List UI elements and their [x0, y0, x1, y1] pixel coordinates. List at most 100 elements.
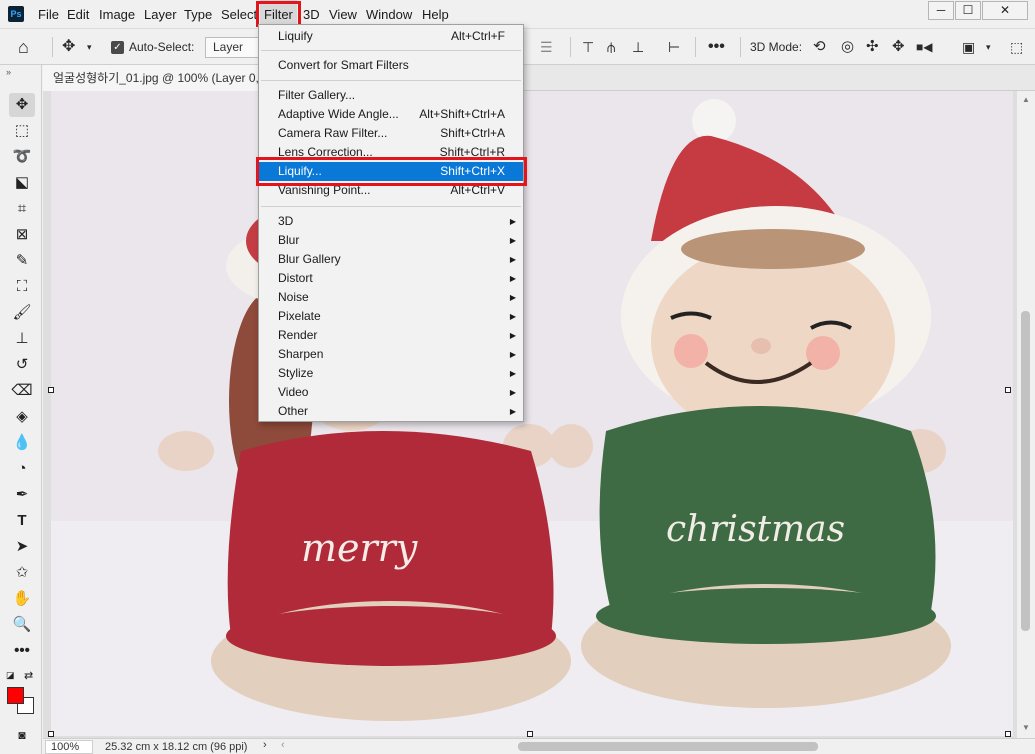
3d-scale-icon[interactable]: ■◀ [916, 29, 932, 65]
rectangle-marquee-icon[interactable]: ⬚ [9, 119, 35, 143]
menu-layer[interactable]: Layer [144, 0, 177, 28]
submenu-arrow-icon: ▶ [509, 293, 516, 302]
eraser-icon[interactable]: ⌫ [9, 379, 35, 403]
menu-item-adaptive-wide-angle[interactable]: Adaptive Wide Angle... Alt+Shift+Ctrl+A [259, 105, 523, 124]
filter-menu-dropdown: Liquify Alt+Ctrl+F Convert for Smart Filt… [258, 24, 524, 422]
scroll-up-icon[interactable]: ▲ [1022, 95, 1030, 104]
clone-stamp-icon[interactable]: ⊥ [9, 327, 35, 351]
menu-item-lens-correction[interactable]: Lens Correction... Shift+Ctrl+R [259, 143, 523, 162]
align-bottom-icon[interactable]: ☰ [540, 29, 553, 65]
dodge-icon[interactable]: ◔ [9, 457, 35, 481]
eyedropper-icon[interactable]: ✎ [9, 249, 35, 273]
vertical-scrollbar-thumb[interactable] [1021, 311, 1030, 631]
maximize-button[interactable]: ☐ [955, 1, 981, 20]
menu-item-pixelate[interactable]: Pixelate ▶ [259, 307, 523, 326]
more-options-icon[interactable]: ••• [708, 29, 725, 65]
transform-handle[interactable] [527, 731, 533, 737]
menu-item-stylize[interactable]: Stylize ▶ [259, 364, 523, 383]
image-canvas[interactable]: merry christmas [51, 91, 1013, 736]
healing-brush-icon[interactable]: ⛶ [9, 275, 35, 299]
quick-mask-icon[interactable]: ◙ [9, 723, 35, 747]
3d-orbit-icon[interactable]: ⟲ [813, 29, 826, 65]
pen-icon[interactable]: ✒ [9, 483, 35, 507]
auto-select-label: Auto-Select: [129, 40, 195, 54]
path-selection-icon[interactable]: ➤ [9, 535, 35, 559]
scroll-down-icon[interactable]: ▼ [1022, 723, 1030, 732]
horizontal-scrollbar-thumb[interactable] [518, 742, 818, 751]
3d-roll-icon[interactable]: ◎ [841, 29, 854, 65]
lasso-icon[interactable]: ➰ [9, 145, 35, 169]
toolbox: » ✥ ⬚ ➰ ⬕ ⌗ ⊠ ✎ ⛶ 🖌 ⊥ ↺ ⌫ ◈ 💧 ◔ ✒ T ➤ ✩ … [0, 65, 42, 754]
menu-item-camera-raw[interactable]: Camera Raw Filter... Shift+Ctrl+A [259, 124, 523, 143]
submenu-arrow-icon: ▶ [509, 274, 516, 283]
paint-bucket-icon[interactable]: ◈ [9, 405, 35, 429]
menu-item-filter-gallery[interactable]: Filter Gallery... [259, 86, 523, 105]
workspace-chevron-icon[interactable]: ▾ [986, 29, 991, 65]
object-selection-icon[interactable]: ⬕ [9, 171, 35, 195]
menu-item-sharpen[interactable]: Sharpen ▶ [259, 345, 523, 364]
frame-icon[interactable]: ⊠ [9, 223, 35, 247]
menu-item-liquify[interactable]: Liquify... Shift+Ctrl+X [259, 162, 523, 181]
foreground-color-swatch[interactable] [7, 687, 24, 704]
blur-icon[interactable]: 💧 [9, 431, 35, 455]
menu-edit[interactable]: Edit [67, 0, 89, 28]
vertical-scrollbar[interactable]: ▲ ▼ [1017, 91, 1035, 738]
type-icon[interactable]: T [9, 509, 35, 533]
separator [52, 37, 53, 57]
submenu-arrow-icon: ▶ [509, 350, 516, 359]
transform-handle[interactable] [1005, 731, 1011, 737]
default-colors-icon[interactable]: ◪ [6, 670, 15, 681]
distribute-left-icon[interactable]: ⊢ [668, 29, 680, 65]
canvas-area: merry christmas [43, 91, 1017, 738]
share-icon[interactable]: ⬚ [1010, 29, 1023, 65]
chevron-down-icon[interactable]: ▾ [87, 29, 92, 65]
menu-select[interactable]: Select [221, 0, 257, 28]
distribute-top-icon[interactable]: ⊤ [582, 29, 594, 65]
menu-item-noise[interactable]: Noise ▶ [259, 288, 523, 307]
3d-pan-icon[interactable]: ✣ [866, 29, 879, 65]
collapse-toolbox-icon[interactable]: » [6, 67, 11, 77]
zoom-field[interactable]: 100% [45, 740, 93, 754]
menu-item-distort[interactable]: Distort ▶ [259, 269, 523, 288]
menu-type[interactable]: Type [184, 0, 212, 28]
crop-icon[interactable]: ⌗ [9, 197, 35, 221]
menu-item-last-filter[interactable]: Liquify Alt+Ctrl+F [259, 27, 523, 46]
move-tool-icon[interactable]: ✥ [62, 29, 75, 65]
zoom-icon[interactable]: 🔍 [9, 613, 35, 637]
swap-colors-icon[interactable]: ⇄ [24, 669, 33, 682]
more-tools-icon[interactable]: ••• [9, 639, 35, 663]
document-tab[interactable]: 얼굴성형하기_01.jpg @ 100% (Layer 0, RGB/8) [43, 65, 263, 91]
workspace-icon[interactable]: ▣ [962, 29, 975, 65]
move-tool-icon[interactable]: ✥ [9, 93, 35, 117]
menu-item-3d[interactable]: 3D ▶ [259, 212, 523, 231]
menu-item-convert-smart-filters[interactable]: Convert for Smart Filters [259, 56, 523, 75]
home-icon[interactable]: ⌂ [18, 29, 29, 65]
minimize-button[interactable]: ─ [928, 1, 954, 20]
menu-separator [261, 50, 521, 51]
history-brush-icon[interactable]: ↺ [9, 353, 35, 377]
status-menu-chevron-icon[interactable]: › [263, 739, 267, 751]
transform-handle[interactable] [48, 387, 54, 393]
menu-item-video[interactable]: Video ▶ [259, 383, 523, 402]
document-size: 25.32 cm x 18.12 cm (96 ppi) [105, 741, 248, 753]
auto-select-checkbox[interactable]: ✓ [111, 41, 124, 54]
hand-icon[interactable]: ✋ [9, 587, 35, 611]
close-button[interactable]: ✕ [982, 1, 1028, 20]
menu-item-blur-gallery[interactable]: Blur Gallery ▶ [259, 250, 523, 269]
3d-slide-icon[interactable]: ✥ [892, 29, 905, 65]
menu-item-other[interactable]: Other ▶ [259, 402, 523, 421]
right-doll-curls [681, 229, 865, 269]
custom-shape-icon[interactable]: ✩ [9, 561, 35, 585]
menu-file[interactable]: File [38, 0, 59, 28]
distribute-vcenter-icon[interactable]: ⫛ [607, 29, 615, 65]
transform-handle[interactable] [1005, 387, 1011, 393]
transform-handle[interactable] [48, 731, 54, 737]
brush-icon[interactable]: 🖌 [9, 301, 35, 325]
menu-item-render[interactable]: Render ▶ [259, 326, 523, 345]
menu-item-blur[interactable]: Blur ▶ [259, 231, 523, 250]
distribute-bottom-icon[interactable]: ⊥ [632, 29, 644, 65]
menu-item-vanishing-point[interactable]: Vanishing Point... Alt+Ctrl+V [259, 181, 523, 200]
menu-image[interactable]: Image [99, 0, 135, 28]
layer-select[interactable]: Layer [205, 37, 263, 58]
scroll-left-icon[interactable]: ‹ [281, 739, 285, 751]
